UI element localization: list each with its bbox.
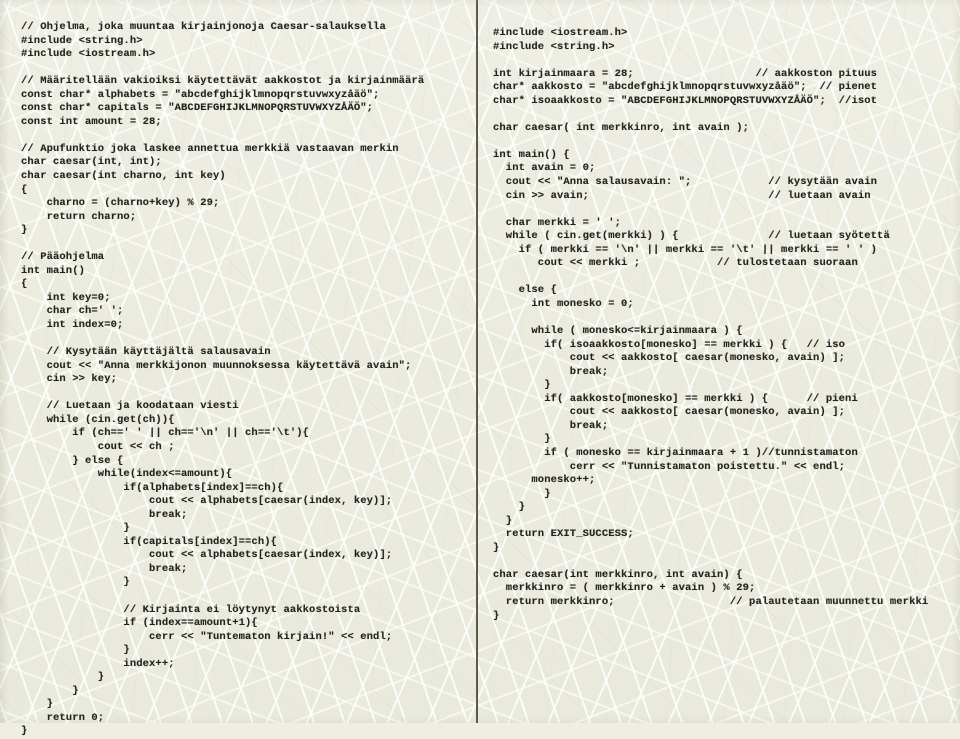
left-code-column: // Ohjelma, joka muuntaa kirjainjonoja C… (0, 0, 476, 739)
right-code-column: #include <iostream.h> #include <string.h… (478, 0, 960, 623)
paper-sheet: // Ohjelma, joka muuntaa kirjainjonoja C… (0, 0, 960, 737)
left-code-listing: // Ohjelma, joka muuntaa kirjainjonoja C… (21, 21, 425, 738)
right-code-listing: #include <iostream.h> #include <string.h… (493, 27, 929, 622)
